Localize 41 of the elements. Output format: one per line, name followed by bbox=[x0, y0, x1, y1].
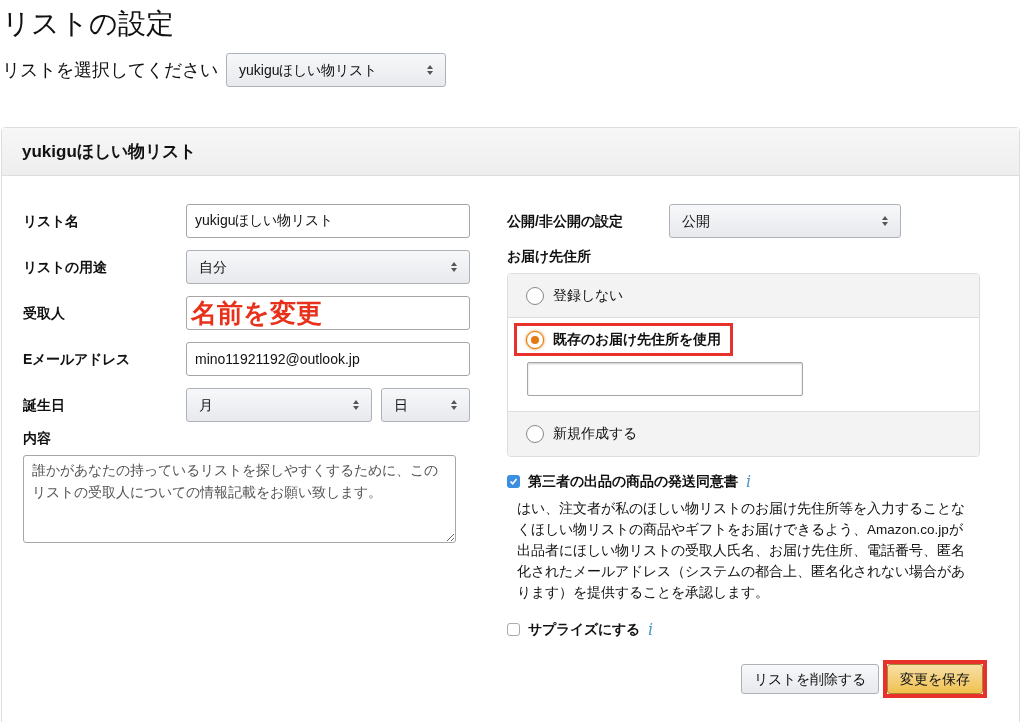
radio-label: 既存のお届け先住所を使用 bbox=[553, 330, 721, 349]
checkbox[interactable] bbox=[507, 623, 520, 636]
select-arrows-icon bbox=[427, 65, 433, 75]
month-select[interactable]: 月 bbox=[186, 388, 372, 422]
description-field[interactable]: 誰かがあなたの持っているリストを探しやすくするために、このリストの受取人についての情報記載をお願い致します。 bbox=[23, 455, 456, 543]
list-select-label: リストを選択してください bbox=[2, 58, 218, 82]
radio-label: 登録しない bbox=[553, 286, 623, 305]
panel-title: yukiguほしい物リスト bbox=[22, 140, 196, 163]
annotation-text: 名前を変更 bbox=[191, 300, 322, 326]
radio-label: 新規作成する bbox=[553, 424, 637, 443]
list-select[interactable]: yukiguほしい物リスト bbox=[226, 53, 446, 87]
field-label: リスト名 bbox=[23, 211, 80, 231]
select-arrows-icon bbox=[451, 262, 457, 272]
select-arrows-icon bbox=[353, 400, 359, 410]
radio-button[interactable] bbox=[526, 330, 544, 349]
field-label: Eメールアドレス bbox=[23, 349, 132, 369]
visibility-select[interactable]: 公開 bbox=[669, 204, 901, 238]
text-field[interactable]: yukiguほしい物リスト bbox=[186, 204, 470, 238]
radio-button[interactable] bbox=[526, 424, 544, 443]
text-field[interactable]: 名前を変更 bbox=[186, 296, 470, 330]
select-field[interactable]: 自分 bbox=[186, 250, 470, 284]
radio-button[interactable] bbox=[526, 286, 544, 305]
select-arrows-icon bbox=[882, 216, 888, 226]
day-select[interactable]: 日 bbox=[381, 388, 470, 422]
field-label: お届け先住所 bbox=[507, 247, 592, 266]
field-label: 公開/非公開の設定 bbox=[507, 211, 624, 231]
field-label: リストの用途 bbox=[23, 257, 108, 277]
checkbox-label: サプライズにする bbox=[528, 620, 640, 639]
text-field[interactable]: mino11921192@outlook.jp bbox=[186, 342, 470, 376]
checkmark-icon bbox=[509, 477, 518, 486]
consent-text: はい、注文者が私のほしい物リストのお届け先住所等を入力することなくほしい物リストの商品やギフトをお届けできるよう、Amazon.co.jpが出品者にほしい物リストの受取人氏名、お届け先住所、電話番号、匿名化されたメールアドレス（システムの都合上、匿名化されない場合があります）を提供することを承認します。 bbox=[517, 500, 965, 602]
address-field[interactable] bbox=[527, 362, 803, 396]
page-title: リストの設定 bbox=[1, 7, 175, 38]
field-label: 内容 bbox=[23, 429, 52, 448]
select-arrows-icon bbox=[451, 400, 457, 410]
delete-button[interactable]: リストを削除する bbox=[741, 664, 879, 694]
checkbox[interactable] bbox=[507, 475, 520, 488]
field-label: 受取人 bbox=[23, 303, 66, 323]
field-label: 誕生日 bbox=[23, 395, 66, 415]
save-button[interactable]: 変更を保存 bbox=[887, 664, 983, 694]
checkbox-label: 第三者の出品の商品の発送同意書 bbox=[528, 472, 738, 491]
